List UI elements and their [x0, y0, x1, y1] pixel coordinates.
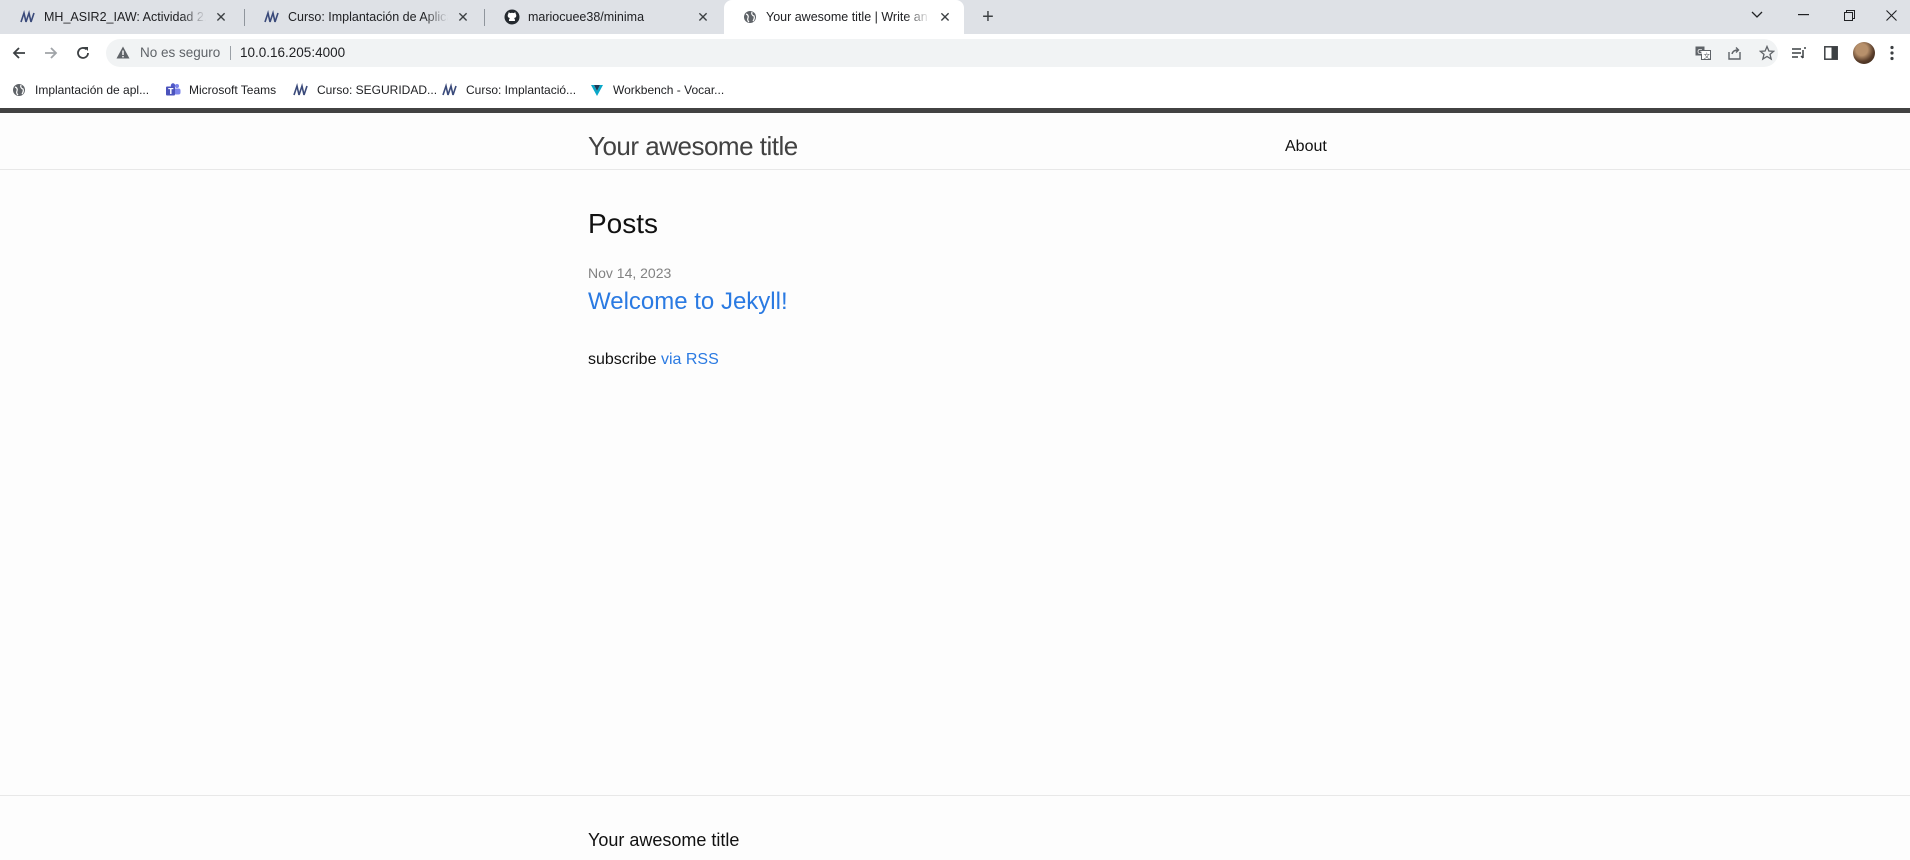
minimize-icon: [1797, 14, 1809, 16]
subscribe-text: subscribe: [588, 351, 657, 368]
security-status[interactable]: No es seguro: [140, 45, 220, 60]
bookmark-implantacion[interactable]: Implantación de apl...: [11, 81, 149, 99]
vocareum-icon: [589, 82, 605, 98]
bookmark-teams[interactable]: T Microsoft Teams: [165, 81, 276, 99]
reload-button[interactable]: [69, 39, 97, 67]
more-vertical-icon: [1890, 45, 1894, 61]
close-window-button[interactable]: [1872, 0, 1910, 30]
bookmark-label: Curso: Implantació...: [466, 83, 577, 97]
arrow-right-icon: [45, 47, 58, 59]
star-icon[interactable]: [1757, 44, 1777, 62]
restore-button[interactable]: [1826, 0, 1872, 30]
divider: [230, 46, 231, 60]
menu-button[interactable]: [1884, 41, 1900, 65]
minimize-button[interactable]: [1780, 0, 1826, 30]
chevron-down-icon: [1751, 11, 1763, 18]
share-icon[interactable]: [1725, 44, 1745, 62]
github-icon: [504, 9, 520, 25]
close-icon: [1885, 9, 1897, 21]
bookmark-workbench[interactable]: Workbench - Vocar...: [589, 81, 724, 99]
moodle-icon: [442, 82, 458, 98]
globe-icon: [11, 82, 27, 98]
tab-strip: MH_ASIR2_IAW: Actividad 2.1 Ins ✕ Curso:…: [0, 0, 1910, 34]
rss-subscribe: subscribe via RSS: [588, 351, 719, 369]
tab-github[interactable]: mariocuee38/minima ✕: [486, 0, 722, 34]
profile-button[interactable]: [1852, 41, 1876, 65]
tab-title: MH_ASIR2_IAW: Actividad 2.1 Ins: [44, 10, 206, 24]
reading-list-icon[interactable]: [1787, 41, 1811, 65]
reload-icon: [77, 47, 89, 59]
back-button[interactable]: [5, 39, 33, 67]
arrow-left-icon: [12, 47, 25, 59]
svg-text:T: T: [168, 87, 174, 96]
forward-button[interactable]: [37, 39, 65, 67]
bookmark-implantacion-curso[interactable]: Curso: Implantació...: [442, 81, 576, 99]
browser-toolbar: No es seguro 10.0.16.205:4000 G文: [0, 34, 1910, 72]
close-icon[interactable]: ✕: [694, 8, 712, 26]
tab-separator: [244, 9, 245, 26]
svg-text:G: G: [1697, 48, 1702, 56]
post-date: Nov 14, 2023: [588, 265, 672, 281]
tab-title: mariocuee38/minima: [528, 10, 645, 24]
moodle-icon: [20, 9, 36, 25]
restore-icon: [1843, 9, 1855, 21]
tab-jekyll-site[interactable]: Your awesome title | Write an aw ✕: [724, 0, 964, 34]
moodle-icon: [293, 82, 309, 98]
globe-icon: [742, 9, 758, 25]
new-tab-button[interactable]: +: [976, 5, 1000, 29]
rss-link[interactable]: via RSS: [661, 351, 719, 368]
site-header: Your awesome title About: [0, 113, 1910, 170]
translate-icon[interactable]: G文: [1693, 44, 1713, 62]
tab-moodle-actividad[interactable]: MH_ASIR2_IAW: Actividad 2.1 Ins ✕: [2, 0, 240, 34]
close-icon[interactable]: ✕: [454, 8, 472, 26]
bookmark-label: Implantación de apl...: [35, 83, 150, 97]
nav-link-about[interactable]: About: [1285, 138, 1327, 156]
close-icon[interactable]: ✕: [212, 8, 230, 26]
avatar: [1853, 42, 1875, 64]
post-title-link[interactable]: Welcome to Jekyll!: [588, 288, 788, 316]
close-icon[interactable]: ✕: [936, 8, 954, 26]
tab-moodle-curso[interactable]: Curso: Implantación de Aplicacio ✕: [246, 0, 482, 34]
url-text[interactable]: 10.0.16.205:4000: [240, 45, 345, 60]
bookmark-label: Curso: SEGURIDAD...: [317, 83, 438, 97]
moodle-icon: [264, 9, 280, 25]
site-footer: Your awesome title: [0, 795, 1910, 860]
tab-title: Curso: Implantación de Aplicacio: [288, 10, 448, 24]
tab-title: Your awesome title | Write an aw: [766, 10, 930, 24]
web-page: Your awesome title About Posts Nov 14, 2…: [0, 108, 1910, 859]
bookmark-seguridad[interactable]: Curso: SEGURIDAD...: [293, 81, 437, 99]
svg-text:文: 文: [1704, 51, 1711, 60]
site-title-link[interactable]: Your awesome title: [588, 131, 798, 162]
side-panel-icon[interactable]: [1819, 41, 1843, 65]
bookmark-label: Workbench - Vocar...: [613, 83, 725, 97]
bookmark-label: Microsoft Teams: [189, 83, 277, 97]
address-bar[interactable]: No es seguro 10.0.16.205:4000 G文: [106, 39, 1778, 67]
footer-title: Your awesome title: [588, 830, 740, 850]
posts-heading: Posts: [588, 208, 659, 239]
tab-search-button[interactable]: [1734, 0, 1780, 30]
tab-separator: [484, 9, 485, 26]
teams-icon: T: [165, 82, 181, 98]
warning-icon[interactable]: [116, 46, 130, 64]
bookmarks-bar: Implantación de apl... T Microsoft Teams…: [0, 72, 1910, 108]
